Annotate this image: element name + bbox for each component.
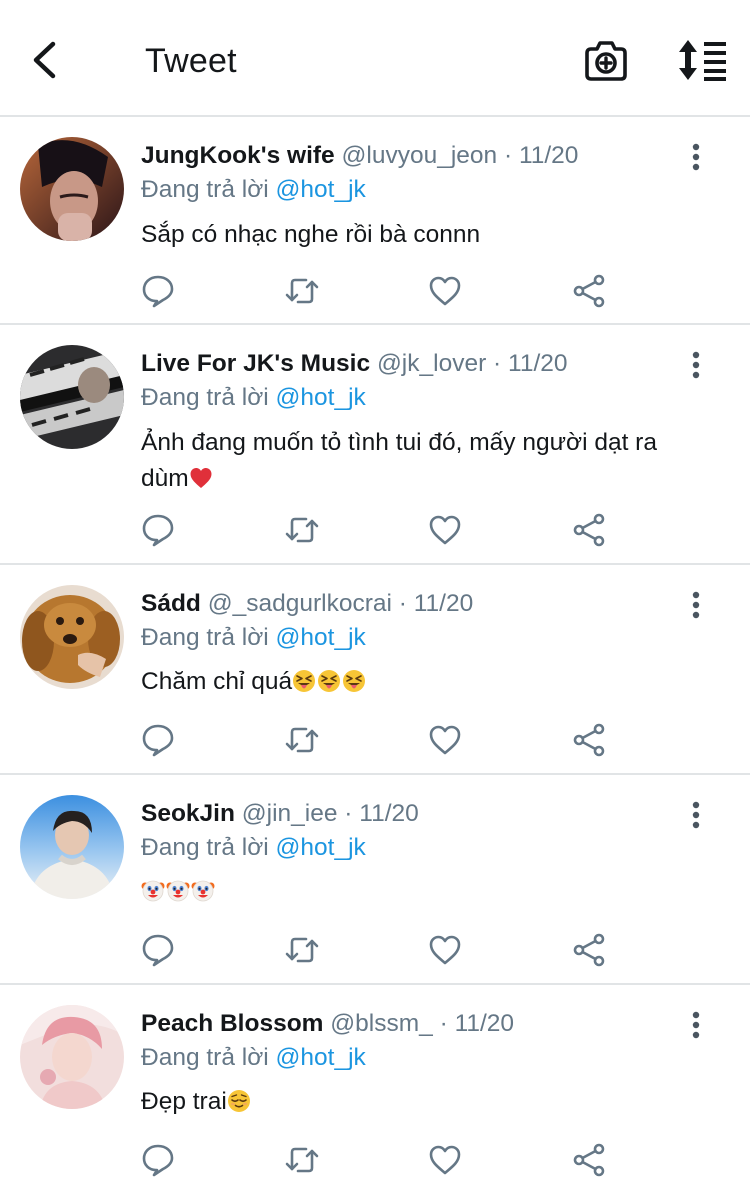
avatar[interactable] [20, 1005, 124, 1109]
share-icon[interactable] [572, 513, 606, 547]
reply-context: Đang trả lời @hot_jk [141, 1044, 366, 1072]
user-handle[interactable]: @jin_iee [242, 800, 338, 827]
red-heart-icon [189, 465, 213, 489]
retweet-icon[interactable] [285, 1143, 319, 1177]
reply-prefix: Đang trả lời [141, 834, 269, 861]
share-icon[interactable] [572, 723, 606, 757]
tweet-item[interactable]: SeokJin @jin_iee · 11/20 Đang trả lời @h… [0, 775, 750, 985]
tweet-text: Sắp có nhạc nghe rồi bà connn [141, 217, 711, 253]
tweet-date: 11/20 [413, 590, 474, 617]
share-icon[interactable] [572, 933, 606, 967]
avatar[interactable] [20, 795, 124, 899]
separator-dot: · [503, 142, 513, 169]
reply-icon[interactable] [141, 274, 175, 308]
tweet-item[interactable]: Sádd @_sadgurlkocrai · 11/20 Đang trả lờ… [0, 565, 750, 775]
tweet-date: 11/20 [518, 142, 579, 169]
share-icon[interactable] [572, 274, 606, 308]
top-bar: Tweet [0, 0, 750, 117]
like-icon[interactable] [428, 1143, 462, 1177]
retweet-icon[interactable] [285, 933, 319, 967]
avatar[interactable] [20, 137, 124, 241]
reply-mention-link[interactable]: @hot_jk [276, 1044, 366, 1071]
more-options-icon[interactable] [684, 591, 708, 621]
tweet-item[interactable]: Live For JK's Music @jk_lover · 11/20 Đa… [0, 325, 750, 565]
reply-context: Đang trả lời @hot_jk [141, 624, 366, 652]
separator-dot: · [439, 1010, 448, 1037]
tweet-text-content: Đẹp trai [141, 1088, 227, 1115]
tweet-item[interactable]: JungKook's wife @luvyou_jeon · 11/20 Đan… [0, 117, 750, 325]
reply-context: Đang trả lời @hot_jk [141, 834, 366, 862]
clown-face-icon [191, 877, 215, 902]
display-name[interactable]: Live For JK's Music [141, 350, 370, 377]
reply-mention-link[interactable]: @hot_jk [276, 834, 366, 861]
retweet-icon[interactable] [285, 274, 319, 308]
camera-plus-icon[interactable] [582, 38, 630, 84]
share-icon[interactable] [572, 1143, 606, 1177]
reply-icon[interactable] [141, 933, 175, 967]
reply-prefix: Đang trả lời [141, 1044, 269, 1071]
avatar[interactable] [20, 585, 124, 689]
squinting-tongue-face-icon [292, 668, 316, 692]
user-handle[interactable]: @blssm_ [330, 1010, 432, 1037]
squinting-tongue-face-icon [342, 668, 366, 692]
relieved-face-icon [227, 1088, 251, 1112]
separator-dot: · [398, 590, 407, 617]
more-options-icon[interactable] [684, 1011, 708, 1041]
tweet-text: Chăm chỉ quá [141, 664, 711, 700]
tweet-text [141, 873, 711, 909]
reply-icon[interactable] [141, 513, 175, 547]
user-handle[interactable]: @jk_lover [377, 350, 486, 377]
clown-face-icon [166, 877, 190, 902]
avatar[interactable] [20, 345, 124, 449]
like-icon[interactable] [428, 513, 462, 547]
clown-face-icon [141, 877, 165, 902]
tweet-date: 11/20 [359, 800, 419, 827]
display-name[interactable]: SeokJin [141, 800, 235, 827]
more-options-icon[interactable] [684, 351, 708, 381]
tweet-item[interactable]: Peach Blossom @blssm_ · 11/20 Đang trả l… [0, 985, 750, 1180]
reply-context: Đang trả lời @hot_jk [141, 384, 366, 412]
user-handle[interactable]: @_sadgurlkocrai [208, 590, 392, 617]
display-name[interactable]: JungKook's wife [141, 142, 335, 169]
reply-icon[interactable] [141, 723, 175, 757]
retweet-icon[interactable] [285, 723, 319, 757]
reply-icon[interactable] [141, 1143, 175, 1177]
page-title: Tweet [145, 42, 237, 80]
tweet-text: Ảnh đang muốn tỏ tình tui đó, mấy người … [141, 425, 711, 497]
reply-mention-link[interactable]: @hot_jk [276, 176, 366, 203]
reply-prefix: Đang trả lời [141, 384, 269, 411]
user-handle[interactable]: @luvyou_jeon [342, 142, 498, 169]
more-options-icon[interactable] [684, 143, 708, 173]
tweet-text: Đẹp trai [141, 1084, 711, 1120]
separator-dot: · [493, 350, 502, 377]
reply-context: Đang trả lời @hot_jk [141, 176, 366, 204]
tweet-text-content: Sắp có nhạc nghe rồi bà connn [141, 221, 481, 248]
squinting-tongue-face-icon [317, 668, 341, 692]
retweet-icon[interactable] [285, 513, 319, 547]
chevron-left-icon[interactable] [24, 38, 68, 82]
like-icon[interactable] [428, 274, 462, 308]
separator-dot: · [344, 800, 353, 827]
more-options-icon[interactable] [684, 801, 708, 831]
tweet-date: 11/20 [508, 350, 568, 377]
reply-mention-link[interactable]: @hot_jk [276, 624, 366, 651]
tweet-date: 11/20 [454, 1010, 515, 1037]
like-icon[interactable] [428, 723, 462, 757]
reply-mention-link[interactable]: @hot_jk [276, 384, 366, 411]
sort-list-icon[interactable] [676, 38, 728, 82]
display-name[interactable]: Sádd [141, 590, 201, 617]
reply-prefix: Đang trả lời [141, 176, 269, 203]
display-name[interactable]: Peach Blossom [141, 1010, 323, 1037]
reply-prefix: Đang trả lời [141, 624, 269, 651]
tweet-text-content: Chăm chỉ quá [141, 668, 293, 695]
tweet-text-content: Ảnh đang muốn tỏ tình tui đó, mấy người … [141, 429, 657, 492]
like-icon[interactable] [428, 933, 462, 967]
